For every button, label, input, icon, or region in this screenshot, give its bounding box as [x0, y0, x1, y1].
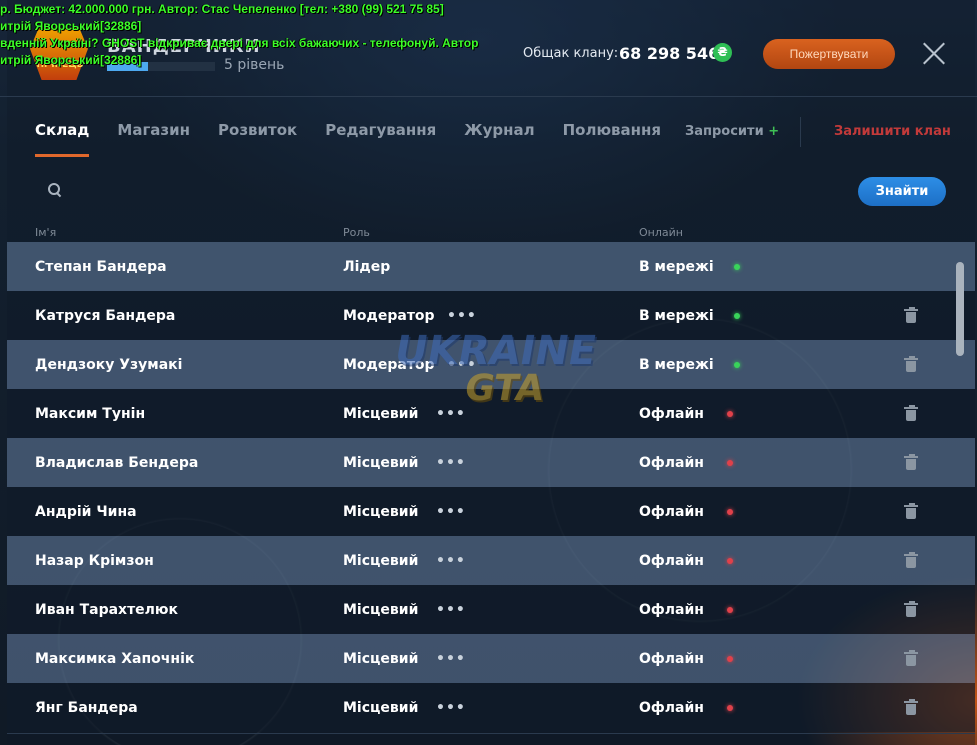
member-status: Офлайн	[639, 601, 704, 618]
offline-indicator	[727, 655, 733, 662]
watermark-text: GTA	[461, 368, 548, 409]
find-button[interactable]: Знайти	[858, 177, 946, 206]
invite-label: Запросити	[685, 124, 764, 139]
members-table: Степан Бандера Лідер В мережі Катруся Банде…	[7, 242, 975, 732]
member-name: Иван Тарахтелюк	[35, 601, 179, 618]
member-name: Владислав Бендера	[35, 454, 199, 471]
column-header-name: Ім'я	[35, 226, 57, 239]
member-name: Степан Бандера	[35, 258, 167, 275]
member-name: Назар Крімзон	[35, 552, 154, 569]
member-status: В мережі	[639, 258, 714, 275]
member-name: Янг Бандера	[35, 699, 138, 716]
tab-2[interactable]: Розвиток	[218, 121, 297, 157]
offline-indicator	[727, 557, 733, 564]
table-row[interactable]: Янг Бандера Місцевий ••• Офлайн	[7, 683, 975, 732]
member-role: Місцевий	[343, 699, 419, 716]
chat-line: р. Бюджет: 42.000.000 грн. Автор: Стас Ч…	[0, 2, 444, 16]
chat-line: вденній Україні? GHOST відкриває двері д…	[0, 36, 479, 50]
online-indicator	[734, 312, 740, 319]
member-role: Лідер	[343, 258, 391, 275]
tab-0[interactable]: Склад	[35, 121, 90, 157]
plus-icon: +	[768, 124, 780, 139]
member-role: Модератор	[343, 307, 435, 324]
search-icon	[48, 183, 62, 197]
offline-indicator	[727, 508, 733, 515]
tab-5[interactable]: Полювання	[563, 121, 661, 157]
money-value: 68 298 546	[619, 44, 720, 63]
table-row[interactable]: Андрій Чина Місцевий ••• Офлайн	[7, 487, 975, 536]
member-status: В мережі	[639, 307, 714, 324]
money-label: Общак клану:	[523, 46, 619, 61]
trash-icon[interactable]	[904, 355, 918, 372]
member-role: Місцевий	[343, 552, 419, 569]
scrollbar[interactable]	[956, 262, 964, 356]
member-name: Андрій Чина	[35, 503, 137, 520]
tab-4[interactable]: Журнал	[464, 121, 534, 157]
divider	[7, 733, 975, 734]
member-status: В мережі	[639, 356, 714, 373]
chat-line: итрій Яворський[32886]	[0, 19, 142, 33]
trash-icon[interactable]	[904, 404, 918, 421]
more-options-icon[interactable]: •••	[447, 308, 477, 324]
trash-icon[interactable]	[904, 306, 918, 323]
column-header-role: Роль	[343, 226, 370, 239]
member-role: Місцевий	[343, 650, 419, 667]
member-status: Офлайн	[639, 503, 704, 520]
more-options-icon[interactable]: •••	[436, 553, 466, 569]
watermark-logo: UKRAINE GTA	[391, 328, 600, 418]
member-role: Місцевий	[343, 503, 419, 520]
offline-indicator	[727, 410, 733, 417]
search-input[interactable]	[72, 178, 832, 204]
leave-clan-button[interactable]: Залишити клан	[834, 124, 951, 139]
more-options-icon[interactable]: •••	[436, 651, 466, 667]
member-name: Максимка Хапочнік	[35, 650, 195, 667]
table-row[interactable]: Максимка Хапочнік Місцевий ••• Офлайн	[7, 634, 975, 683]
trash-icon[interactable]	[904, 551, 918, 568]
trash-icon[interactable]	[904, 698, 918, 715]
chat-overlay: р. Бюджет: 42.000.000 грн. Автор: Стас Ч…	[0, 0, 478, 69]
online-indicator	[734, 361, 740, 368]
column-header-online: Онлайн	[639, 226, 683, 239]
divider	[800, 117, 801, 147]
member-name: Максим Тунін	[35, 405, 146, 422]
chat-line: итрій Яворський[32886]	[0, 53, 142, 67]
trash-icon[interactable]	[904, 502, 918, 519]
table-row[interactable]: Степан Бандера Лідер В мережі	[7, 242, 975, 291]
trash-icon[interactable]	[904, 600, 918, 617]
donate-button[interactable]: Пожертвувати	[763, 39, 895, 69]
member-status: Офлайн	[639, 552, 704, 569]
member-name: Катруся Бандера	[35, 307, 176, 324]
offline-indicator	[727, 606, 733, 613]
clan-tabs: Склад Магазин Розвиток Редагування Журнал Пол…	[35, 121, 689, 157]
member-status: Офлайн	[639, 699, 704, 716]
more-options-icon[interactable]: •••	[436, 504, 466, 520]
member-status: Офлайн	[639, 405, 704, 422]
offline-indicator	[727, 459, 733, 466]
table-row[interactable]: Владислав Бендера Місцевий ••• Офлайн	[7, 438, 975, 487]
member-role: Місцевий	[343, 454, 419, 471]
offline-indicator	[727, 704, 733, 711]
member-name: Дендзоку Узумакі	[35, 356, 183, 373]
member-role: Місцевий	[343, 601, 419, 618]
more-options-icon[interactable]: •••	[436, 602, 466, 618]
close-icon[interactable]	[922, 41, 947, 66]
invite-button[interactable]: Запросити +	[685, 124, 779, 139]
trash-icon[interactable]	[904, 649, 918, 666]
tab-3[interactable]: Редагування	[325, 121, 436, 157]
table-row[interactable]: Назар Крімзон Місцевий ••• Офлайн	[7, 536, 975, 585]
trash-icon[interactable]	[904, 453, 918, 470]
tab-1[interactable]: Магазин	[117, 121, 190, 157]
member-status: Офлайн	[639, 454, 704, 471]
table-row[interactable]: Иван Тарахтелюк Місцевий ••• Офлайн	[7, 585, 975, 634]
member-status: Офлайн	[639, 650, 704, 667]
more-options-icon[interactable]: •••	[436, 700, 466, 716]
online-indicator	[734, 263, 740, 270]
hryvnia-icon: ₴	[713, 43, 732, 62]
more-options-icon[interactable]: •••	[436, 455, 466, 471]
